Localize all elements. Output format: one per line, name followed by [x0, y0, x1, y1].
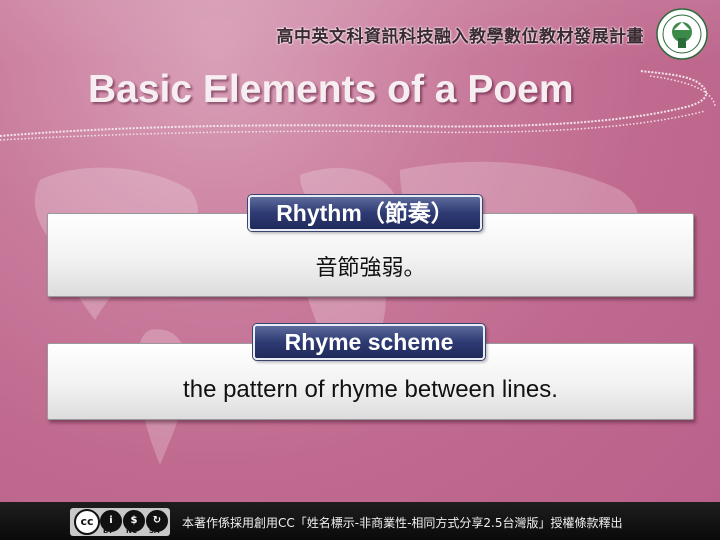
cc-icon: cc [74, 509, 100, 535]
license-label-sa: SA [149, 527, 160, 535]
license-label-nc: NC [126, 527, 137, 535]
ministry-of-education-seal-icon [656, 8, 708, 60]
creative-commons-badge: cc i $ ↻ BY NC SA [70, 508, 170, 536]
label-rhythm: Rhythm（節奏） [248, 195, 482, 231]
license-text: 本著作係採用創用CC「姓名標示-非商業性-相同方式分享2.5台灣版」授權條款釋出 [182, 516, 623, 530]
content-box-rhyme-scheme-text: the pattern of rhyme between lines. [183, 376, 558, 403]
project-title: 高中英文科資訊科技融入教學數位教材發展計畫 [276, 27, 644, 47]
label-rhyme-scheme: Rhyme scheme [253, 324, 485, 360]
footer-bar: cc i $ ↻ BY NC SA 本著作係採用創用CC「姓名標示-非商業性-相… [0, 502, 720, 540]
slide: 高中英文科資訊科技融入教學數位教材發展計畫 Basic Elements of … [0, 0, 720, 540]
license-label-by: BY [103, 527, 114, 535]
content-box-rhythm-text: 音節強弱。 [315, 256, 426, 281]
world-map-background [34, 161, 650, 465]
slide-title: Basic Elements of a Poem [88, 68, 574, 111]
